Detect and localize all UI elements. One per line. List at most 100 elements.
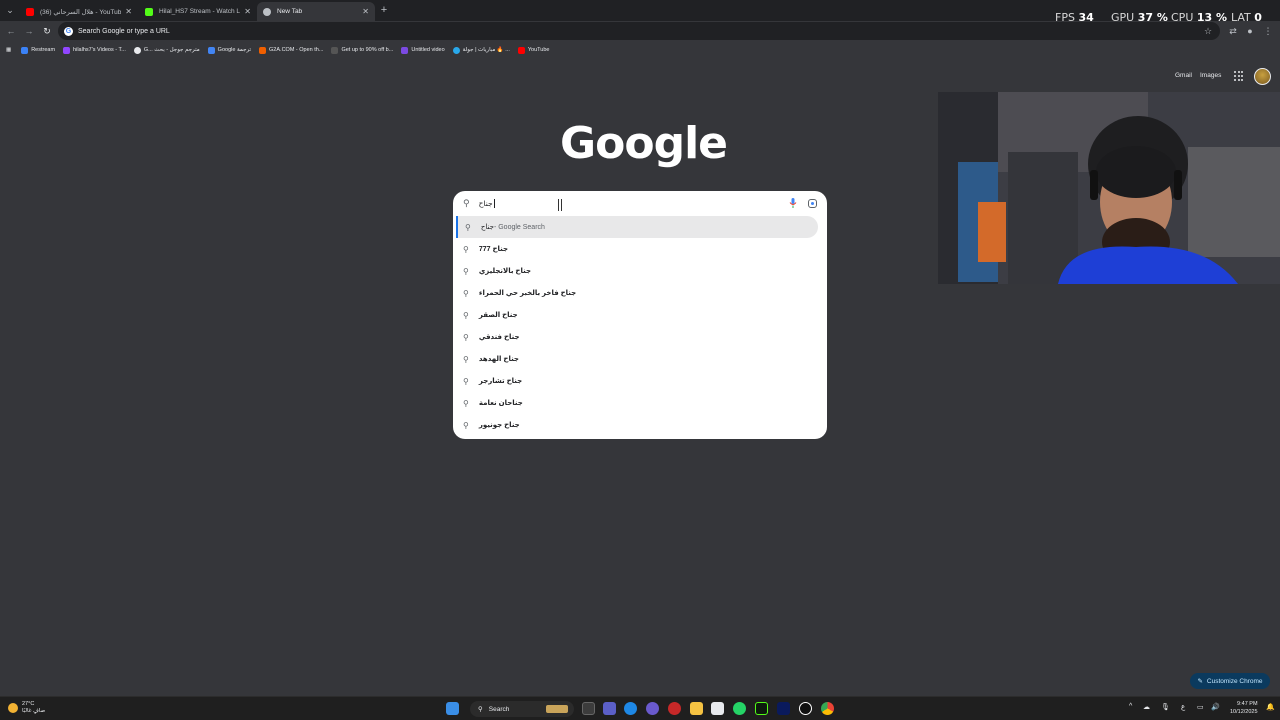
bookmark-star-icon[interactable]: ☆: [1202, 25, 1214, 37]
suggestion-item[interactable]: ⚲ جناح - Google Search: [456, 216, 818, 238]
browser-toolbar: ← → ↻ G Search Google or type a URL ☆ ⇄ …: [0, 21, 1280, 41]
bookmark-youtube[interactable]: YouTube: [517, 46, 549, 54]
google-lens-icon[interactable]: [808, 199, 817, 208]
search-icon: ⚲: [463, 332, 469, 342]
tab-title: Hilal_HS7 Stream - Watch Live: [159, 8, 241, 15]
search-icon: ⚲: [463, 354, 469, 364]
language-indicator[interactable]: ع: [1181, 703, 1185, 711]
tray-overflow-icon[interactable]: ^: [1129, 703, 1132, 710]
search-panel: ⚲ جناح ⚲ جناح - Google Search ⚲ جناح 777…: [453, 191, 827, 439]
customize-chrome-button[interactable]: ✎ Customize Chrome: [1190, 673, 1270, 689]
search-icon: ⚲: [463, 376, 469, 386]
gmail-link[interactable]: Gmail: [1175, 72, 1192, 79]
tab-kick-stream[interactable]: Hilal_HS7 Stream - Watch Live ✕: [139, 2, 257, 21]
text-caret: [493, 199, 495, 208]
bookmark-twitch-videos[interactable]: hilalhs7's Videos - T...: [63, 46, 126, 54]
suggestion-item[interactable]: ⚲ جناحان نعامة: [453, 392, 827, 414]
search-icon: ⚲: [463, 288, 469, 298]
network-icon[interactable]: ▭: [1197, 703, 1204, 711]
search-icon: ⚲: [465, 222, 471, 232]
close-tab-icon[interactable]: ✕: [244, 7, 251, 16]
twitch-icon: [63, 46, 71, 54]
search-query: جناح: [478, 199, 493, 208]
bookmark-g2a[interactable]: G2A.COM - Open th...: [259, 46, 323, 54]
youtube-favicon-icon: [26, 7, 34, 16]
account-avatar[interactable]: [1254, 68, 1271, 85]
suggestion-item[interactable]: ⚲ جناح جونيور: [453, 414, 827, 436]
google-apps-icon[interactable]: [1234, 71, 1244, 81]
suggestion-item[interactable]: ⚲ جناح فندقي: [453, 326, 827, 348]
app-icon[interactable]: [777, 702, 790, 715]
pencil-icon: ✎: [1197, 678, 1203, 685]
telegram-icon: [452, 46, 460, 54]
bookmark-restream[interactable]: Restream: [21, 46, 55, 54]
apps-grid-icon[interactable]: ▦: [6, 47, 11, 53]
search-icon: ⚲: [463, 266, 469, 276]
chrome-icon[interactable]: [821, 702, 834, 715]
bookmark-google-search[interactable]: G... مترجم جوجل - بحث: [133, 46, 200, 54]
tab-youtube[interactable]: (36) هلال السرحاني - YouTube ✕: [20, 2, 138, 21]
address-bar[interactable]: G Search Google or type a URL: [58, 22, 1220, 40]
bookmark-matches[interactable]: مباريات | جولة 🔥 ...: [452, 46, 510, 54]
translate-icon: [207, 46, 215, 54]
bookmark-untitled-video[interactable]: Untitled video: [401, 46, 445, 54]
terminal-icon[interactable]: [755, 702, 768, 715]
edge-icon[interactable]: [624, 702, 637, 715]
forward-icon[interactable]: →: [23, 25, 35, 37]
new-tab-plus-icon[interactable]: +: [378, 3, 390, 17]
suggestion-item[interactable]: ⚲ جناح فاخر بالخبر حي الحمراء: [453, 282, 827, 304]
images-link[interactable]: Images: [1200, 72, 1221, 79]
task-view-icon[interactable]: [582, 702, 595, 715]
tab-search-icon[interactable]: ⌄: [3, 3, 17, 17]
file-explorer-icon[interactable]: [690, 702, 703, 715]
address-placeholder: Search Google or type a URL: [78, 27, 170, 35]
start-windows-icon[interactable]: [446, 702, 459, 715]
bookmark-deal[interactable]: Get up to 90% off b...: [331, 46, 393, 54]
voice-search-icon[interactable]: [789, 198, 797, 208]
suggestion-item[interactable]: ⚲ جناح الهدهد: [453, 348, 827, 370]
youtube-icon: [517, 46, 525, 54]
app-icon[interactable]: [646, 702, 659, 715]
suggestion-item[interactable]: ⚲ جناح بالانجليزي: [453, 260, 827, 282]
suggestion-item[interactable]: ⚲ جناح الصقر: [453, 304, 827, 326]
restream-icon: [21, 46, 29, 54]
search-icon: ⚲: [463, 198, 470, 208]
suggestion-item[interactable]: ⚲ جناح تشارجر: [453, 370, 827, 392]
opera-icon[interactable]: [668, 702, 681, 715]
taskbar-search[interactable]: ⚲ Search: [470, 701, 574, 717]
video-icon: [401, 46, 409, 54]
bookmarks-bar: ▦ Restream hilalhs7's Videos - T... G...…: [0, 42, 1280, 58]
store-icon[interactable]: [711, 702, 724, 715]
search-icon: ⚲: [463, 398, 469, 408]
close-tab-icon[interactable]: ✕: [362, 7, 369, 16]
onedrive-icon[interactable]: ☁: [1143, 703, 1150, 711]
media-player-icon[interactable]: [799, 702, 812, 715]
chrome-favicon-icon: [263, 7, 271, 16]
g2a-icon: [259, 46, 267, 54]
weather-widget[interactable]: 27°C صافٍ غالبًا: [8, 701, 45, 715]
reload-icon[interactable]: ↻: [41, 25, 53, 37]
search-input[interactable]: ⚲ جناح: [453, 191, 827, 216]
tab-title: (36) هلال السرحاني - YouTube: [40, 8, 122, 16]
search-icon: ⚲: [478, 706, 483, 713]
bookmark-google-translate[interactable]: Google ترجمة: [207, 46, 251, 54]
search-icon: ⚲: [463, 244, 469, 254]
microphone-icon[interactable]: 🎙: [1161, 703, 1170, 711]
extensions-icon[interactable]: ⇄: [1227, 25, 1239, 37]
whatsapp-icon[interactable]: [733, 702, 746, 715]
notifications-icon[interactable]: 🔔: [1266, 703, 1275, 711]
text-cursor-icon: [558, 199, 562, 211]
tab-new-tab[interactable]: New Tab ✕: [257, 2, 375, 21]
search-highlight-icon: [546, 705, 568, 713]
profile-avatar-icon[interactable]: ●: [1244, 25, 1256, 37]
teams-icon[interactable]: [603, 702, 616, 715]
suggestion-item[interactable]: ⚲ جناح 777: [453, 238, 827, 260]
menu-kebab-icon[interactable]: ⋮: [1262, 25, 1274, 37]
weather-icon: [8, 703, 18, 713]
back-icon[interactable]: ←: [5, 25, 17, 37]
close-tab-icon[interactable]: ✕: [125, 7, 132, 16]
windows-taskbar: 27°C صافٍ غالبًا ⚲ Search ^ ☁ 🎙 ع ▭ 🔊 9:…: [0, 696, 1280, 720]
clock[interactable]: 9:47 PM 10/12/2025: [1230, 700, 1258, 716]
volume-icon[interactable]: 🔊: [1211, 703, 1220, 711]
search-icon: ⚲: [463, 420, 469, 430]
